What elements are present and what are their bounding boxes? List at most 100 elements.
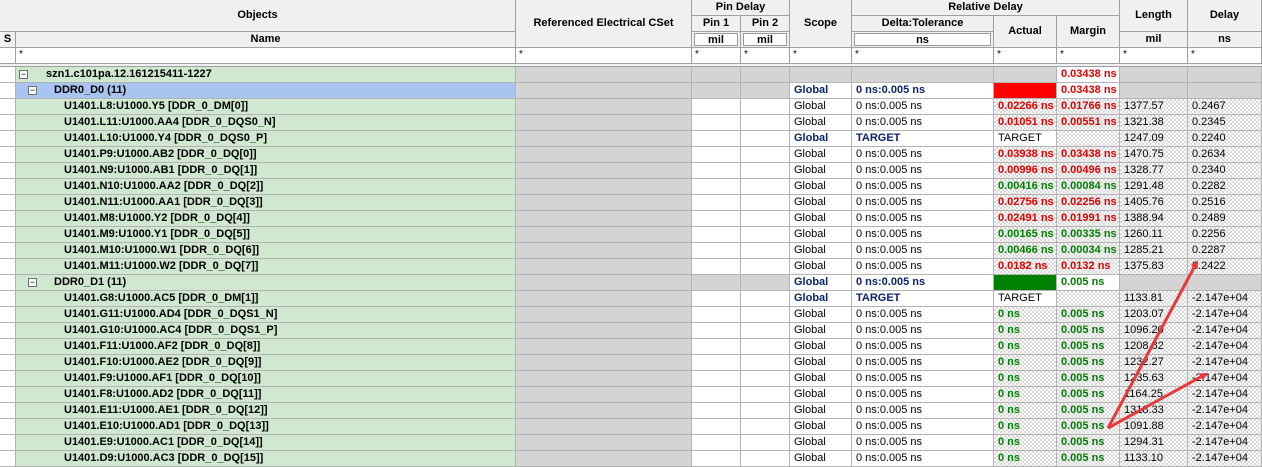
- group-delta[interactable]: 0 ns:0.005 ns: [852, 275, 994, 291]
- delta-tolerance-cell[interactable]: 0 ns:0.005 ns: [852, 211, 994, 227]
- pin1-cell[interactable]: [692, 291, 741, 307]
- pin2-cell[interactable]: [741, 419, 790, 435]
- pin1-cell[interactable]: [692, 147, 741, 163]
- delta-tolerance-cell[interactable]: 0 ns:0.005 ns: [852, 419, 994, 435]
- net-name[interactable]: U1401.D9:U1000.AC3 [DDR_0_DQ[15]]: [16, 451, 516, 467]
- delta-tolerance-cell[interactable]: 0 ns:0.005 ns: [852, 179, 994, 195]
- delta-tolerance-cell[interactable]: 0 ns:0.005 ns: [852, 163, 994, 179]
- scope-cell[interactable]: Global: [790, 259, 852, 275]
- table-row[interactable]: U1401.G10:U1000.AC4 [DDR_0_DQS1_P] Global…: [0, 323, 1262, 339]
- scope-cell[interactable]: Global: [790, 227, 852, 243]
- row-select-cell[interactable]: [0, 339, 16, 355]
- pin1-cell[interactable]: [692, 179, 741, 195]
- net-name[interactable]: U1401.L8:U1000.Y5 [DDR_0_DM[0]]: [16, 99, 516, 115]
- net-name[interactable]: U1401.N9:U1000.AB1 [DDR_0_DQ[1]]: [16, 163, 516, 179]
- ref-cset-header[interactable]: Referenced Electrical CSet: [516, 0, 692, 48]
- collapse-icon[interactable]: −: [28, 278, 37, 287]
- pin2-cell[interactable]: [741, 179, 790, 195]
- net-name[interactable]: U1401.G10:U1000.AC4 [DDR_0_DQS1_P]: [16, 323, 516, 339]
- group-row[interactable]: − DDR0_D0 (11) Global 0 ns:0.005 ns 0.03438 …: [0, 83, 1262, 99]
- name-header[interactable]: Name: [16, 32, 516, 48]
- scope-cell[interactable]: Global: [790, 307, 852, 323]
- table-row[interactable]: U1401.L10:U1000.Y4 [DDR_0_DQS0_P] Global T…: [0, 131, 1262, 147]
- scope-cell[interactable]: Global: [790, 403, 852, 419]
- pin2-cell[interactable]: [741, 371, 790, 387]
- delta-tolerance-cell[interactable]: TARGET: [852, 291, 994, 307]
- collapse-icon[interactable]: −: [19, 70, 28, 79]
- delta-tolerance-cell[interactable]: 0 ns:0.005 ns: [852, 195, 994, 211]
- table-row[interactable]: U1401.L11:U1000.AA4 [DDR_0_DQS0_N] Global…: [0, 115, 1262, 131]
- pin2-cell[interactable]: [741, 387, 790, 403]
- relative-delay-header[interactable]: Relative Delay: [852, 0, 1120, 16]
- filter-delay[interactable]: *: [1188, 48, 1262, 64]
- delay-header[interactable]: Delay: [1188, 0, 1262, 32]
- table-row[interactable]: U1401.L8:U1000.Y5 [DDR_0_DM[0]] Global 0 n…: [0, 99, 1262, 115]
- filter-margin[interactable]: *: [1057, 48, 1120, 64]
- pin2-cell[interactable]: [741, 435, 790, 451]
- delta-tolerance-cell[interactable]: 0 ns:0.005 ns: [852, 243, 994, 259]
- pin1-cell[interactable]: [692, 451, 741, 467]
- row-select-cell[interactable]: [0, 99, 16, 115]
- scope-cell[interactable]: Global: [790, 211, 852, 227]
- pin2-cell[interactable]: [741, 307, 790, 323]
- pin1-cell[interactable]: [692, 259, 741, 275]
- pin2-cell[interactable]: [741, 403, 790, 419]
- table-row[interactable]: U1401.N9:U1000.AB1 [DDR_0_DQ[1]] Global 0 …: [0, 163, 1262, 179]
- length-header[interactable]: Length: [1120, 0, 1188, 32]
- net-name[interactable]: U1401.M9:U1000.Y1 [DDR_0_DQ[5]]: [16, 227, 516, 243]
- group-select-cell[interactable]: [0, 275, 16, 291]
- pin-delay-header[interactable]: Pin Delay: [692, 0, 790, 16]
- pin1-cell[interactable]: [692, 355, 741, 371]
- group-scope[interactable]: Global: [790, 275, 852, 291]
- pin2-cell[interactable]: [741, 147, 790, 163]
- group-select-cell[interactable]: [0, 83, 16, 99]
- pin2-cell[interactable]: [741, 211, 790, 227]
- s-header[interactable]: S: [0, 32, 16, 48]
- group-name-cell[interactable]: − DDR0_D0 (11): [16, 83, 516, 99]
- pin2-cell[interactable]: [741, 163, 790, 179]
- pin1-cell[interactable]: [692, 387, 741, 403]
- row-select-cell[interactable]: [0, 227, 16, 243]
- filter-pin1[interactable]: *: [692, 48, 741, 64]
- net-name[interactable]: U1401.E9:U1000.AC1 [DDR_0_DQ[14]]: [16, 435, 516, 451]
- pin1-cell[interactable]: [692, 227, 741, 243]
- pin2-cell[interactable]: [741, 243, 790, 259]
- scope-cell[interactable]: Global: [790, 451, 852, 467]
- pin1-cell[interactable]: [692, 307, 741, 323]
- delta-tolerance-cell[interactable]: 0 ns:0.005 ns: [852, 227, 994, 243]
- row-select-cell[interactable]: [0, 259, 16, 275]
- pin2-cell[interactable]: [741, 195, 790, 211]
- net-name[interactable]: U1401.E11:U1000.AE1 [DDR_0_DQ[12]]: [16, 403, 516, 419]
- row-select-cell[interactable]: [0, 179, 16, 195]
- row-select-cell[interactable]: [0, 435, 16, 451]
- net-name[interactable]: U1401.L11:U1000.AA4 [DDR_0_DQS0_N]: [16, 115, 516, 131]
- pin2-cell[interactable]: [741, 291, 790, 307]
- delta-tolerance-cell[interactable]: 0 ns:0.005 ns: [852, 339, 994, 355]
- delta-tolerance-cell[interactable]: 0 ns:0.005 ns: [852, 435, 994, 451]
- net-name[interactable]: U1401.P9:U1000.AB2 [DDR_0_DQ[0]]: [16, 147, 516, 163]
- delta-tolerance-cell[interactable]: 0 ns:0.005 ns: [852, 387, 994, 403]
- table-row[interactable]: U1401.G8:U1000.AC5 [DDR_0_DM[1]] Global TA…: [0, 291, 1262, 307]
- table-row[interactable]: U1401.N11:U1000.AA1 [DDR_0_DQ[3]] Global 0…: [0, 195, 1262, 211]
- scope-cell[interactable]: Global: [790, 243, 852, 259]
- pin2-cell[interactable]: [741, 115, 790, 131]
- net-name[interactable]: U1401.F11:U1000.AF2 [DDR_0_DQ[8]]: [16, 339, 516, 355]
- net-name[interactable]: U1401.N10:U1000.AA2 [DDR_0_DQ[2]]: [16, 179, 516, 195]
- delta-tolerance-cell[interactable]: 0 ns:0.005 ns: [852, 403, 994, 419]
- filter-actual[interactable]: *: [994, 48, 1057, 64]
- row-select-cell[interactable]: [0, 403, 16, 419]
- filter-length[interactable]: *: [1120, 48, 1188, 64]
- group-row[interactable]: − DDR0_D1 (11) Global 0 ns:0.005 ns 0.005 ns: [0, 275, 1262, 291]
- scope-cell[interactable]: Global: [790, 323, 852, 339]
- delta-tolerance-cell[interactable]: 0 ns:0.005 ns: [852, 323, 994, 339]
- net-name[interactable]: U1401.F8:U1000.AD2 [DDR_0_DQ[11]]: [16, 387, 516, 403]
- table-row[interactable]: U1401.M10:U1000.W1 [DDR_0_DQ[6]] Global 0 …: [0, 243, 1262, 259]
- filter-scope[interactable]: *: [790, 48, 852, 64]
- actual-header[interactable]: Actual: [994, 16, 1057, 48]
- delta-tolerance-cell[interactable]: 0 ns:0.005 ns: [852, 259, 994, 275]
- collapse-icon[interactable]: −: [28, 86, 37, 95]
- pin1-cell[interactable]: [692, 115, 741, 131]
- pin1-cell[interactable]: [692, 211, 741, 227]
- pin1-cell[interactable]: [692, 195, 741, 211]
- row-select-cell[interactable]: [0, 131, 16, 147]
